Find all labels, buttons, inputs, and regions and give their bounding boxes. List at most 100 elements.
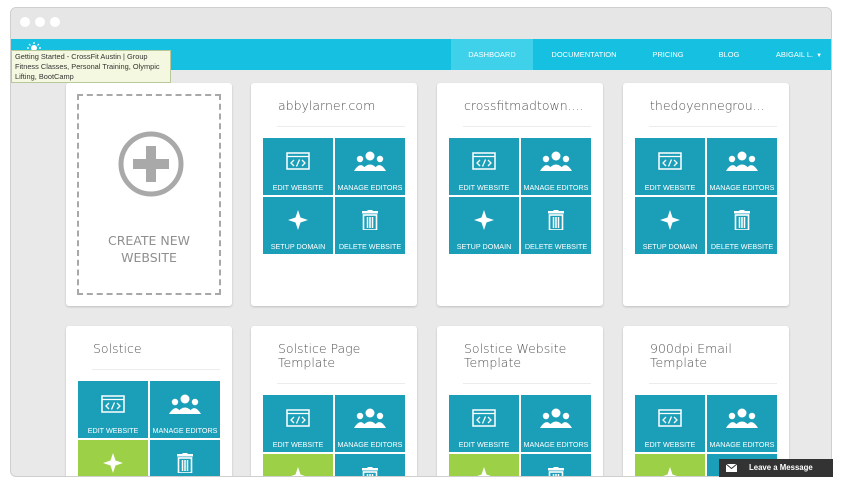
website-card: Solstice Page Template EDIT WEBSITE MANA… (251, 326, 417, 476)
delete-website-button[interactable]: DELETE WEBSITE (150, 440, 220, 476)
edit-website-button[interactable]: EDIT WEBSITE (635, 138, 705, 195)
delete-website-label: DELETE WEBSITE (524, 242, 588, 251)
manage-editors-button[interactable]: MANAGE EDITORS (521, 395, 591, 452)
delete-website-button[interactable]: DELETE WEBSITE (335, 197, 405, 254)
caret-down-icon: ▼ (816, 53, 823, 59)
sparkle-icon (263, 209, 333, 231)
website-title[interactable]: Solstice Website Template (464, 342, 594, 370)
edit-website-button[interactable]: EDIT WEBSITE (449, 395, 519, 452)
divider (277, 126, 405, 127)
manage-editors-label: MANAGE EDITORS (523, 183, 589, 192)
user-name: ABIGAIL L. (775, 50, 814, 59)
delete-website-button[interactable]: DELETE WEBSITE (707, 197, 777, 254)
trash-icon (521, 209, 591, 231)
nav-pricing[interactable]: PRICING (641, 39, 695, 70)
divider (649, 383, 777, 384)
edit-website-button[interactable]: EDIT WEBSITE (78, 381, 148, 438)
setup-domain-button[interactable]: SETUP DOMAIN (635, 197, 705, 254)
setup-domain-button[interactable]: SETUP DOMAIN (449, 454, 519, 476)
delete-website-button[interactable]: DELETE WEBSITE (521, 454, 591, 476)
website-title[interactable]: Solstice (93, 342, 223, 356)
window-dot[interactable] (35, 17, 45, 27)
website-card: Solstice Website Template EDIT WEBSITE M… (437, 326, 603, 476)
edit-website-label: EDIT WEBSITE (87, 426, 139, 435)
manage-editors-button[interactable]: MANAGE EDITORS (150, 381, 220, 438)
manage-editors-button[interactable]: MANAGE EDITORS (335, 138, 405, 195)
manage-editors-button[interactable]: MANAGE EDITORS (335, 395, 405, 452)
nav-blog[interactable]: BLOG (706, 39, 752, 70)
setup-domain-button[interactable]: SETUP DOMAIN (635, 454, 705, 476)
manage-editors-label: MANAGE EDITORS (709, 183, 775, 192)
edit-website-label: EDIT WEBSITE (644, 440, 696, 449)
users-icon (335, 407, 405, 429)
setup-domain-button[interactable]: SETUP DOMAIN (449, 197, 519, 254)
leave-message-label: Leave a Message (749, 463, 813, 472)
trash-icon (150, 452, 220, 474)
window-titlebar (11, 8, 831, 39)
setup-domain-label: SETUP DOMAIN (270, 242, 326, 251)
code-window-icon (449, 407, 519, 429)
website-title[interactable]: crossfitmadtown.... (464, 99, 594, 113)
nav-documentation[interactable]: DOCUMENTATION (541, 39, 627, 70)
window-dot[interactable] (20, 17, 30, 27)
setup-domain-button[interactable]: SETUP DOMAIN (263, 197, 333, 254)
users-icon (335, 150, 405, 172)
edit-website-label: EDIT WEBSITE (644, 183, 696, 192)
edit-website-button[interactable]: EDIT WEBSITE (635, 395, 705, 452)
edit-website-button[interactable]: EDIT WEBSITE (449, 138, 519, 195)
website-title[interactable]: thedoyennegrou... (650, 99, 780, 113)
window-dot[interactable] (50, 17, 60, 27)
edit-website-label: EDIT WEBSITE (458, 183, 510, 192)
setup-domain-label: SETUP DOMAIN (456, 242, 512, 251)
setup-domain-button[interactable]: SETUP DOMAIN (263, 454, 333, 476)
users-icon (521, 150, 591, 172)
edit-website-label: EDIT WEBSITE (272, 183, 324, 192)
create-website-label: CREATE NEW WEBSITE (107, 233, 190, 265)
website-title[interactable]: Solstice Page Template (278, 342, 408, 370)
code-window-icon (449, 150, 519, 172)
users-icon (521, 407, 591, 429)
manage-editors-button[interactable]: MANAGE EDITORS (707, 395, 777, 452)
setup-domain-label: SETUP DOMAIN (642, 242, 698, 251)
delete-website-label: DELETE WEBSITE (338, 242, 402, 251)
browser-window: DASHBOARD DOCUMENTATION PRICING BLOG ABI… (10, 7, 832, 477)
sparkle-icon (263, 466, 333, 476)
plus-circle-icon (118, 131, 184, 197)
delete-website-button[interactable]: DELETE WEBSITE (521, 197, 591, 254)
sparkle-icon (635, 209, 705, 231)
edit-website-label: EDIT WEBSITE (272, 440, 324, 449)
manage-editors-button[interactable]: MANAGE EDITORS (707, 138, 777, 195)
manage-editors-label: MANAGE EDITORS (523, 440, 589, 449)
page-title-tooltip: Getting Started - CrossFit Austin | Grou… (11, 50, 171, 83)
divider (649, 126, 777, 127)
website-title[interactable]: abbylarner.com (278, 99, 408, 113)
divider (277, 383, 405, 384)
code-window-icon (263, 150, 333, 172)
code-window-icon (635, 407, 705, 429)
sparkle-icon (78, 452, 148, 474)
setup-domain-button[interactable]: SETUP DOMAIN (78, 440, 148, 476)
manage-editors-button[interactable]: MANAGE EDITORS (521, 138, 591, 195)
users-icon (150, 393, 220, 415)
edit-website-button[interactable]: EDIT WEBSITE (263, 395, 333, 452)
create-website-card[interactable]: CREATE NEW WEBSITE (66, 83, 232, 306)
manage-editors-label: MANAGE EDITORS (337, 183, 403, 192)
edit-website-button[interactable]: EDIT WEBSITE (263, 138, 333, 195)
website-card: thedoyennegrou... EDIT WEBSITE MANAGE ED… (623, 83, 789, 306)
website-title[interactable]: 900dpi Email Template (650, 342, 780, 370)
leave-message-button[interactable]: Leave a Message (719, 459, 833, 477)
website-card: 900dpi Email Template EDIT WEBSITE MANAG… (623, 326, 789, 476)
website-card: crossfitmadtown.... EDIT WEBSITE MANAGE … (437, 83, 603, 306)
delete-website-button[interactable]: DELETE WEBSITE (335, 454, 405, 476)
create-dropzone[interactable]: CREATE NEW WEBSITE (77, 94, 221, 295)
trash-icon (335, 466, 405, 476)
delete-website-label: DELETE WEBSITE (710, 242, 774, 251)
manage-editors-label: MANAGE EDITORS (152, 426, 218, 435)
nav-dashboard[interactable]: DASHBOARD (451, 39, 533, 70)
sparkle-icon (449, 466, 519, 476)
user-menu[interactable]: ABIGAIL L. ▼ (771, 39, 827, 70)
envelope-icon (726, 464, 737, 472)
sparkle-icon (635, 466, 705, 476)
manage-editors-label: MANAGE EDITORS (709, 440, 775, 449)
trash-icon (707, 209, 777, 231)
